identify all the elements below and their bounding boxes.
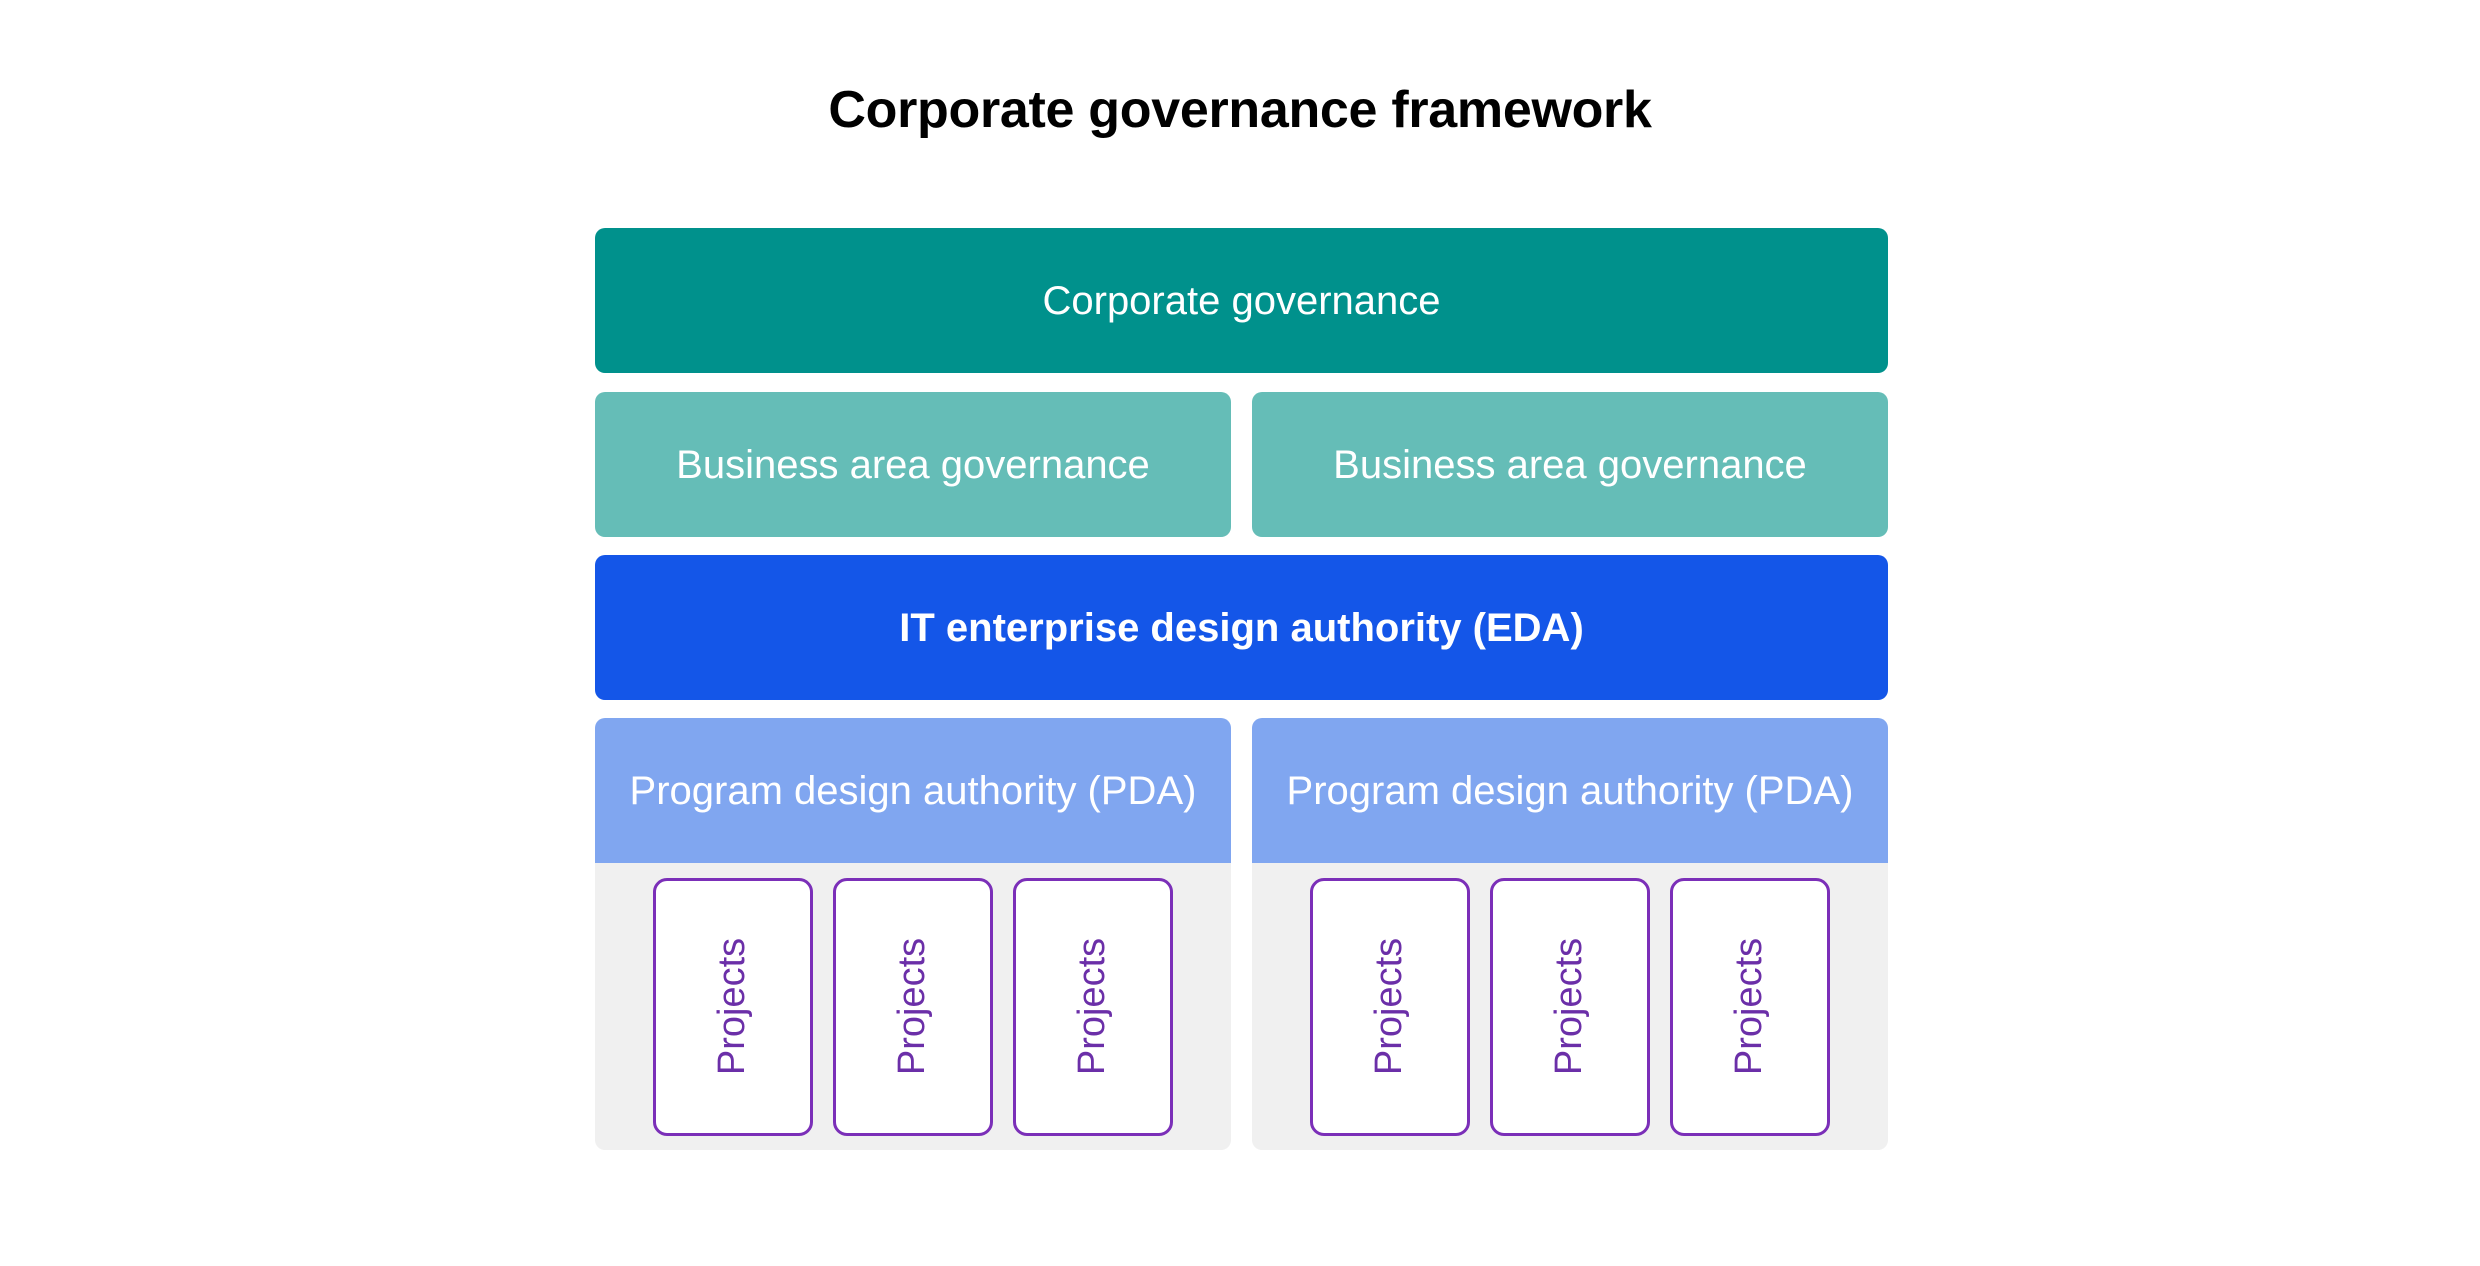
project-box[interactable]: Projects (1310, 877, 1470, 1136)
project-box[interactable]: Projects (653, 877, 813, 1136)
level-2-row: Business area governance Business area g… (595, 392, 1888, 537)
project-label: Projects (891, 937, 934, 1076)
project-box[interactable]: Projects (1013, 877, 1173, 1136)
project-label: Projects (711, 937, 754, 1076)
pda-column-right: Program design authority (PDA) Projects … (1252, 718, 1888, 1150)
projects-well-left: Projects Projects Projects (595, 863, 1231, 1150)
pda-column-left: Program design authority (PDA) Projects … (595, 718, 1231, 1150)
it-enterprise-design-authority-box[interactable]: IT enterprise design authority (EDA) (595, 555, 1888, 700)
framework-stack: Corporate governance Business area gover… (595, 228, 1888, 1150)
business-area-governance-box-right[interactable]: Business area governance (1252, 392, 1888, 537)
project-label: Projects (1071, 937, 1114, 1076)
level-1-row: Corporate governance (595, 228, 1888, 373)
level-3-row: IT enterprise design authority (EDA) (595, 555, 1888, 700)
governance-framework-diagram: Corporate governance framework Corporate… (0, 0, 2480, 1266)
business-area-governance-box-left[interactable]: Business area governance (595, 392, 1231, 537)
project-box[interactable]: Projects (1490, 877, 1650, 1136)
corporate-governance-box[interactable]: Corporate governance (595, 228, 1888, 373)
project-box[interactable]: Projects (833, 877, 993, 1136)
project-label: Projects (1368, 937, 1411, 1076)
project-label: Projects (1728, 937, 1771, 1076)
page-title: Corporate governance framework (828, 81, 1652, 139)
projects-well-right: Projects Projects Projects (1252, 863, 1888, 1150)
program-design-authority-box-left[interactable]: Program design authority (PDA) (595, 718, 1231, 863)
project-box[interactable]: Projects (1670, 877, 1830, 1136)
level-4-row: Program design authority (PDA) Projects … (595, 718, 1888, 1150)
program-design-authority-box-right[interactable]: Program design authority (PDA) (1252, 718, 1888, 863)
project-label: Projects (1548, 937, 1591, 1076)
